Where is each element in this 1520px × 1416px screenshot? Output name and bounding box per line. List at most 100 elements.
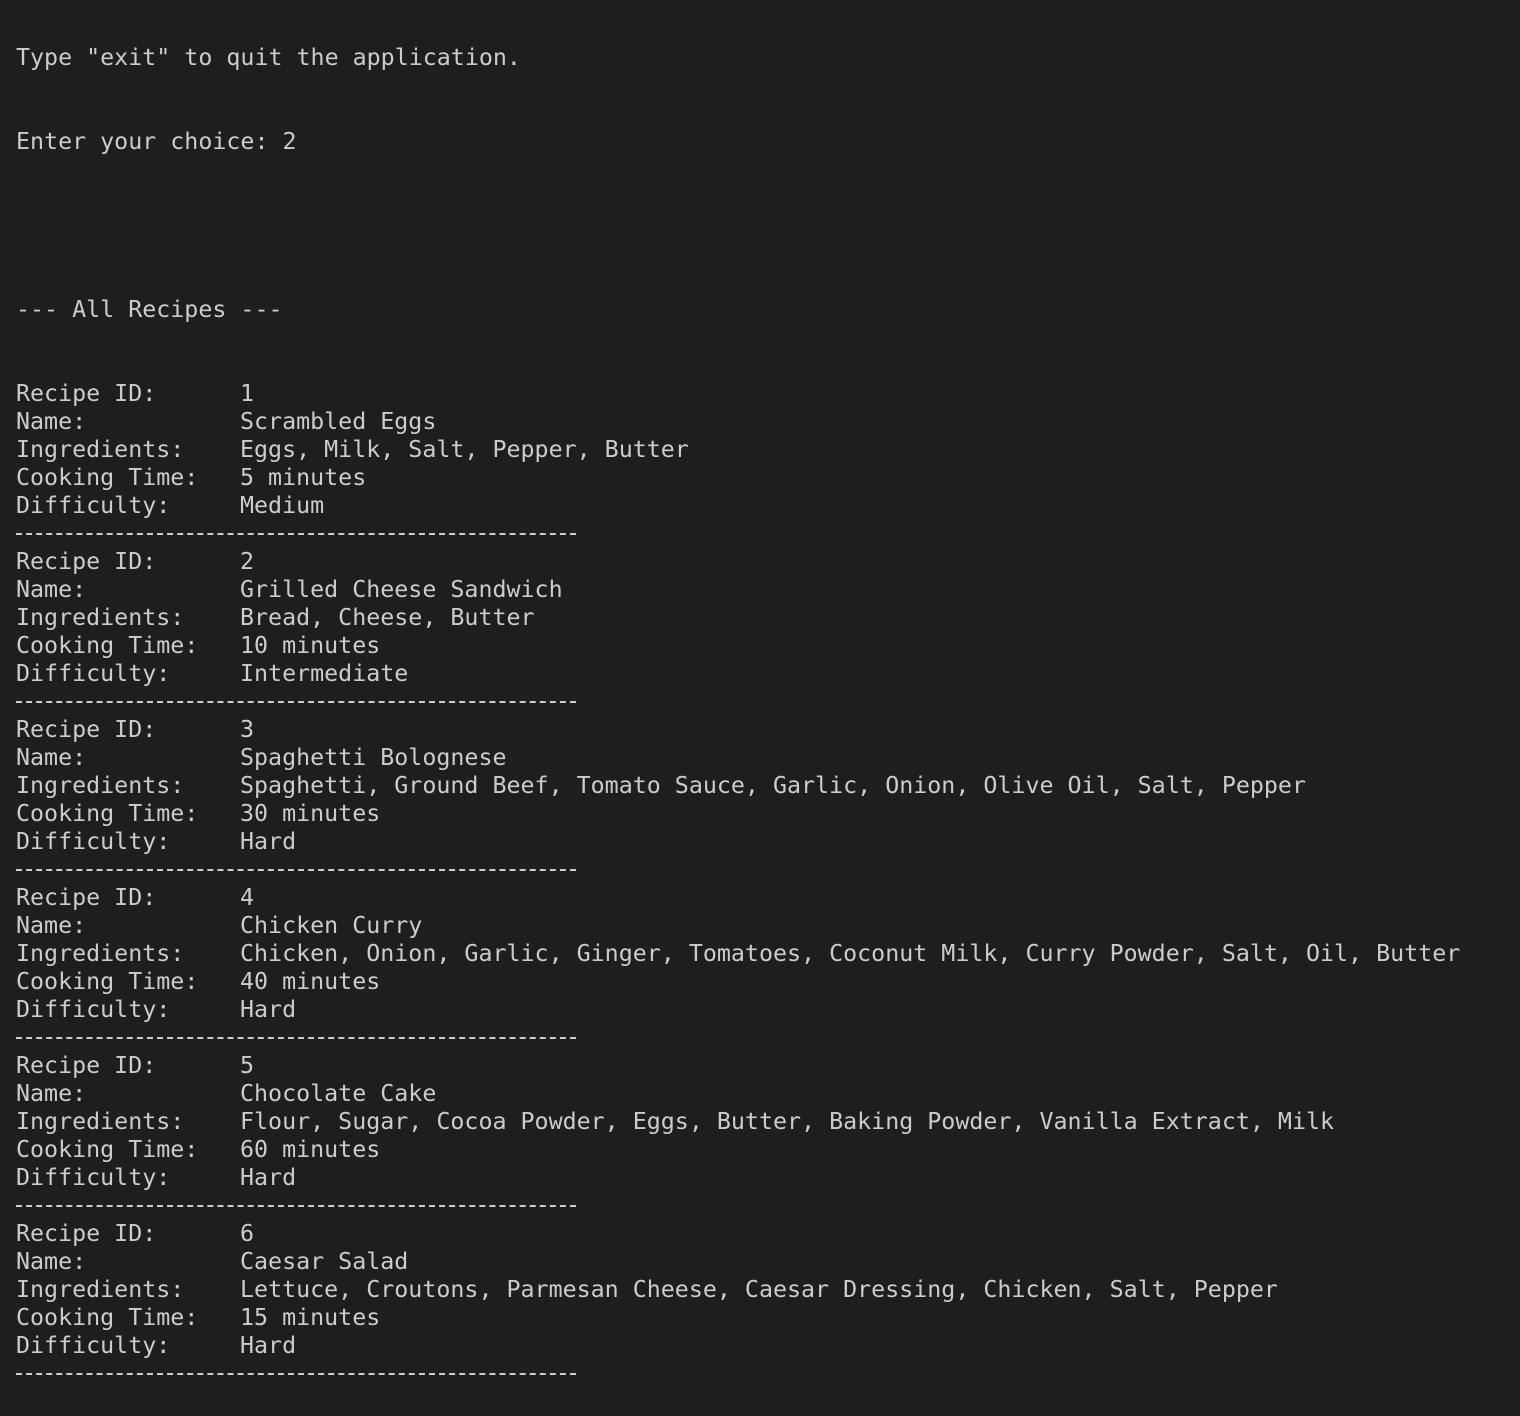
recipe-cooking-time-label: Cooking Time:	[16, 464, 199, 491]
recipe-difficulty-row: Difficulty: Hard	[16, 1332, 1460, 1360]
recipe-id-label: Recipe ID:	[16, 380, 157, 407]
recipe-name-label: Name:	[16, 744, 87, 771]
recipe-ingredients-label: Ingredients:	[16, 772, 185, 799]
recipe-cooking-time-row: Cooking Time: 60 minutes	[16, 1136, 1460, 1164]
separator-line	[16, 520, 1460, 548]
recipe-id-row: Recipe ID: 2	[16, 548, 1460, 576]
recipe-name-label: Name:	[16, 408, 87, 435]
recipe-name-value: Scrambled Eggs	[240, 408, 437, 435]
recipe-cooking-time-value: 5 minutes	[240, 464, 367, 491]
recipe-ingredients-label: Ingredients:	[16, 1276, 185, 1303]
recipe-ingredients-row: Ingredients: Flour, Sugar, Cocoa Powder, …	[16, 1108, 1460, 1136]
recipe-ingredients-row: Ingredients: Eggs, Milk, Salt, Pepper, Bu…	[16, 436, 1460, 464]
recipe-difficulty-label: Difficulty:	[16, 1332, 171, 1359]
recipe-name-row: Name: Grilled Cheese Sandwich	[16, 576, 1460, 604]
recipe-id-label: Recipe ID:	[16, 548, 157, 575]
recipe-cooking-time-row: Cooking Time: 30 minutes	[16, 800, 1460, 828]
recipe-difficulty-value: Intermediate	[240, 660, 409, 687]
recipe-difficulty-row: Difficulty: Hard	[16, 996, 1460, 1024]
recipe-name-value: Chicken Curry	[240, 912, 423, 939]
recipe-id-value: 2	[240, 548, 255, 575]
recipe-name-row: Name: Caesar Salad	[16, 1248, 1460, 1276]
recipe-block: Recipe ID: 1 Name: Scrambled Eggs Ingredient…	[16, 380, 1460, 548]
recipe-name-label: Name:	[16, 576, 87, 603]
recipe-ingredients-label: Ingredients:	[16, 436, 185, 463]
recipe-cooking-time-label: Cooking Time:	[16, 1136, 199, 1163]
recipe-cooking-time-row: Cooking Time: 15 minutes	[16, 1304, 1460, 1332]
recipe-difficulty-label: Difficulty:	[16, 1164, 171, 1191]
recipe-name-label: Name:	[16, 912, 87, 939]
recipe-name-value: Spaghetti Bolognese	[240, 744, 507, 771]
recipe-name-label: Name:	[16, 1080, 87, 1107]
recipe-id-label: Recipe ID:	[16, 716, 157, 743]
recipe-cooking-time-value: 60 minutes	[240, 1136, 381, 1163]
recipe-difficulty-value: Hard	[240, 996, 297, 1023]
recipe-block: Recipe ID: 5 Name: Chocolate Cake Ingredient…	[16, 1052, 1460, 1220]
recipe-name-value: Chocolate Cake	[240, 1080, 437, 1107]
choice-prompt-value: 2	[282, 128, 297, 155]
recipe-name-row: Name: Scrambled Eggs	[16, 408, 1460, 436]
recipe-id-value: 5	[240, 1052, 255, 1079]
recipe-id-value: 3	[240, 716, 255, 743]
recipe-name-label: Name:	[16, 1248, 87, 1275]
recipe-ingredients-value: Spaghetti, Ground Beef, Tomato Sauce, Ga…	[240, 772, 1306, 799]
recipe-difficulty-row: Difficulty: Hard	[16, 1164, 1460, 1192]
recipe-ingredients-label: Ingredients:	[16, 1108, 185, 1135]
recipe-id-row: Recipe ID: 6	[16, 1220, 1460, 1248]
recipe-ingredients-label: Ingredients:	[16, 940, 185, 967]
recipe-cooking-time-value: 30 minutes	[240, 800, 381, 827]
separator-line	[16, 856, 1460, 884]
recipe-id-label: Recipe ID:	[16, 884, 157, 911]
recipe-name-row: Name: Chocolate Cake	[16, 1080, 1460, 1108]
recipe-block: Recipe ID: 6 Name: Caesar Salad Ingredients:…	[16, 1220, 1460, 1388]
recipe-ingredients-label: Ingredients:	[16, 604, 185, 631]
recipe-cooking-time-label: Cooking Time:	[16, 632, 199, 659]
recipe-ingredients-value: Bread, Cheese, Butter	[240, 604, 535, 631]
recipe-id-row: Recipe ID: 5	[16, 1052, 1460, 1080]
recipe-cooking-time-value: 10 minutes	[240, 632, 381, 659]
recipe-id-row: Recipe ID: 4	[16, 884, 1460, 912]
choice-prompt-line: Enter your choice: 2	[16, 128, 1460, 156]
recipe-id-label: Recipe ID:	[16, 1220, 157, 1247]
recipe-id-value: 6	[240, 1220, 255, 1247]
recipe-difficulty-value: Hard	[240, 1164, 297, 1191]
recipe-difficulty-row: Difficulty: Medium	[16, 492, 1460, 520]
recipe-cooking-time-row: Cooking Time: 5 minutes	[16, 464, 1460, 492]
recipe-ingredients-value: Flour, Sugar, Cocoa Powder, Eggs, Butter…	[240, 1108, 1335, 1135]
recipe-block: Recipe ID: 2 Name: Grilled Cheese Sandwich I…	[16, 548, 1460, 716]
separator-line	[16, 1024, 1460, 1052]
section-header: --- All Recipes ---	[16, 296, 283, 323]
recipe-id-row: Recipe ID: 3	[16, 716, 1460, 744]
recipe-difficulty-value: Medium	[240, 492, 325, 519]
recipe-ingredients-value: Eggs, Milk, Salt, Pepper, Butter	[240, 436, 689, 463]
recipe-difficulty-row: Difficulty: Intermediate	[16, 660, 1460, 688]
recipe-difficulty-label: Difficulty:	[16, 828, 171, 855]
previous-output-line: Type "exit" to quit the application.	[16, 44, 521, 71]
recipe-id-row: Recipe ID: 1	[16, 380, 1460, 408]
recipe-cooking-time-label: Cooking Time:	[16, 800, 199, 827]
recipe-difficulty-label: Difficulty:	[16, 996, 171, 1023]
recipe-difficulty-label: Difficulty:	[16, 660, 171, 687]
recipe-name-row: Name: Chicken Curry	[16, 912, 1460, 940]
recipe-block: Recipe ID: 4 Name: Chicken Curry Ingredients…	[16, 884, 1460, 1052]
recipe-cooking-time-row: Cooking Time: 40 minutes	[16, 968, 1460, 996]
separator-line	[16, 688, 1460, 716]
recipe-cooking-time-value: 40 minutes	[240, 968, 381, 995]
recipe-id-value: 4	[240, 884, 255, 911]
separator-line	[16, 1192, 1460, 1220]
recipe-name-value: Caesar Salad	[240, 1248, 409, 1275]
recipe-cooking-time-label: Cooking Time:	[16, 968, 199, 995]
recipe-difficulty-row: Difficulty: Hard	[16, 828, 1460, 856]
recipe-cooking-time-value: 15 minutes	[240, 1304, 381, 1331]
recipe-cooking-time-row: Cooking Time: 10 minutes	[16, 632, 1460, 660]
recipe-difficulty-label: Difficulty:	[16, 492, 171, 519]
recipe-block: Recipe ID: 3 Name: Spaghetti Bolognese Ingre…	[16, 716, 1460, 884]
terminal-output: Type "exit" to quit the application. Ent…	[16, 0, 1460, 1416]
recipe-ingredients-row: Ingredients: Spaghetti, Ground Beef, Toma…	[16, 772, 1460, 800]
recipe-ingredients-value: Chicken, Onion, Garlic, Ginger, Tomatoes…	[240, 940, 1461, 967]
recipe-ingredients-row: Ingredients: Chicken, Onion, Garlic, Ging…	[16, 940, 1460, 968]
recipe-difficulty-value: Hard	[240, 828, 297, 855]
recipe-list: Recipe ID: 1 Name: Scrambled Eggs Ingredient…	[16, 380, 1460, 1388]
separator-line	[16, 1360, 1460, 1388]
